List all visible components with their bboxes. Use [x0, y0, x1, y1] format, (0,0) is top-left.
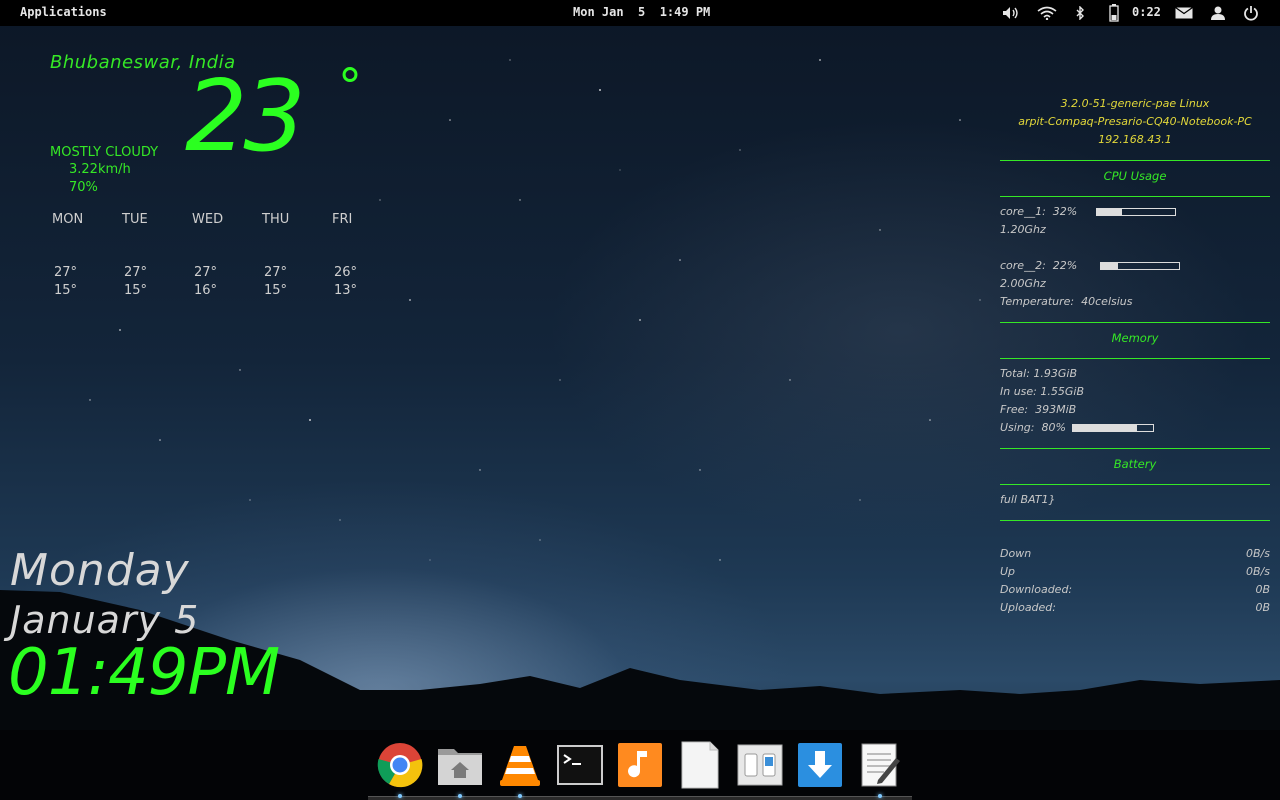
forecast-low: 13°	[334, 283, 358, 298]
memory-in-use: In use: 1.55GiB	[1000, 385, 1085, 398]
forecast-day: MON	[52, 212, 84, 227]
dock-base	[368, 796, 912, 800]
applications-menu[interactable]: Applications	[20, 5, 107, 19]
running-indicator	[878, 794, 882, 798]
volume-icon[interactable]	[1001, 4, 1021, 22]
switcher-icon[interactable]	[736, 741, 784, 789]
divider	[1000, 358, 1270, 359]
text-editor-icon[interactable]	[856, 741, 904, 789]
memory-bar	[1072, 424, 1154, 432]
net-down-label: Down	[1000, 547, 1032, 560]
net-up-label: Up	[1000, 565, 1016, 578]
forecast-low: 16°	[194, 283, 218, 298]
memory-free: Free: 393MiB	[1000, 403, 1077, 416]
weather-temperature: 23	[185, 60, 306, 174]
core2-bar	[1100, 262, 1180, 270]
divider	[1000, 484, 1270, 485]
vlc-icon[interactable]	[496, 741, 544, 789]
top-panel: Applications Mon Jan 5 1:49 PM 0:22	[0, 0, 1280, 26]
date-day-name: Monday	[10, 545, 190, 596]
terminal-icon[interactable]	[556, 741, 604, 789]
kernel-version: 3.2.0-51-generic-pae Linux	[1060, 97, 1210, 110]
wifi-icon[interactable]	[1037, 4, 1057, 22]
bluetooth-icon[interactable]	[1070, 4, 1090, 22]
core2-bar-fill	[1101, 263, 1119, 269]
net-uploaded-value: 0B	[1255, 601, 1270, 614]
memory-header: Memory	[1111, 331, 1159, 345]
memory-bar-fill	[1073, 425, 1137, 431]
date-time: 01:49PM	[8, 636, 280, 710]
forecast-low: 15°	[264, 283, 288, 298]
ip-address: 192.168.43.1	[1098, 133, 1172, 146]
weather-condition: MOSTLY CLOUDY	[50, 145, 159, 160]
weather-humidity: 70%	[69, 180, 98, 195]
net-down-value: 0B/s	[1246, 547, 1270, 560]
forecast-high: 27°	[264, 265, 288, 280]
battery-time: 0:22	[1132, 5, 1161, 19]
forecast-day: WED	[192, 212, 224, 227]
cpu-header: CPU Usage	[1103, 169, 1167, 183]
core1-bar-fill	[1097, 209, 1122, 215]
user-icon[interactable]	[1208, 4, 1228, 22]
core1-usage: core__1: 32%	[1000, 205, 1078, 218]
mail-icon[interactable]	[1174, 4, 1194, 22]
memory-using: Using: 80%	[1000, 421, 1066, 434]
hostname: arpit-Compaq-Presario-CQ40-Notebook-PC	[1018, 115, 1252, 128]
forecast-low: 15°	[54, 283, 78, 298]
running-indicator	[458, 794, 462, 798]
net-downloaded-value: 0B	[1255, 583, 1270, 596]
battery-header: Battery	[1113, 457, 1157, 471]
core1-frequency: 1.20Ghz	[1000, 223, 1046, 236]
core2-frequency: 2.00Ghz	[1000, 277, 1046, 290]
battery-icon[interactable]	[1104, 4, 1124, 22]
running-indicator	[398, 794, 402, 798]
forecast-high: 27°	[54, 265, 78, 280]
divider	[1000, 196, 1270, 197]
net-up-value: 0B/s	[1246, 565, 1270, 578]
chrome-icon[interactable]	[376, 741, 424, 789]
weather-wind: 3.22km/h	[69, 162, 131, 177]
core1-bar	[1096, 208, 1176, 216]
forecast-low: 15°	[124, 283, 148, 298]
forecast-high: 27°	[194, 265, 218, 280]
weather-degree-symbol: °	[338, 59, 362, 115]
power-icon[interactable]	[1241, 4, 1261, 22]
net-downloaded-label: Downloaded:	[1000, 583, 1073, 596]
document-icon[interactable]	[676, 741, 724, 789]
running-indicator	[518, 794, 522, 798]
cpu-temperature: Temperature: 40celsius	[1000, 295, 1133, 308]
forecast-high: 26°	[334, 265, 358, 280]
divider	[1000, 520, 1270, 521]
download-icon[interactable]	[796, 741, 844, 789]
forecast-day: FRI	[332, 212, 353, 227]
forecast-day: THU	[262, 212, 290, 227]
memory-total: Total: 1.93GiB	[1000, 367, 1078, 380]
music-player-icon[interactable]	[616, 741, 664, 789]
divider	[1000, 160, 1270, 161]
panel-clock[interactable]: Mon Jan 5 1:49 PM	[573, 5, 710, 19]
net-uploaded-label: Uploaded:	[1000, 601, 1056, 614]
divider	[1000, 448, 1270, 449]
core2-usage: core__2: 22%	[1000, 259, 1078, 272]
battery-status: full BAT1}	[1000, 493, 1056, 506]
home-folder-icon[interactable]	[436, 741, 484, 789]
forecast-high: 27°	[124, 265, 148, 280]
divider	[1000, 322, 1270, 323]
forecast-day: TUE	[122, 212, 148, 227]
